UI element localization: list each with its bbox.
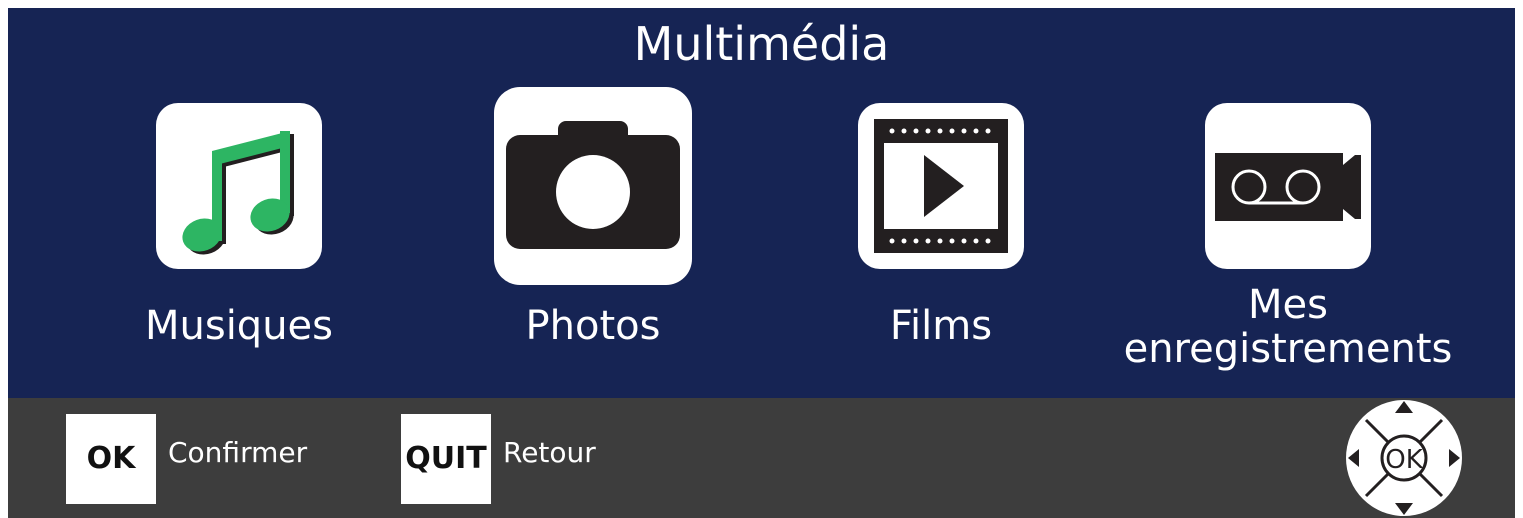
menu-item-films[interactable]	[858, 103, 1024, 269]
dpad-ok-label: OK	[1385, 445, 1423, 475]
menu-label-enregistrements: enregistrements	[1123, 326, 1453, 372]
quit-key-badge[interactable]: QUIT	[401, 414, 491, 504]
menu-label-mes-enregistrements: Mes enregistrements	[1088, 283, 1488, 371]
film-play-icon	[874, 119, 1008, 253]
ok-key-badge[interactable]: OK	[66, 414, 156, 504]
video-recording-icon	[1215, 153, 1361, 221]
menu-label-musiques: Musiques	[144, 303, 333, 349]
menu-item-mes-enregistrements[interactable]	[1205, 103, 1371, 269]
menu-label-photos: Photos	[525, 303, 661, 349]
menu-item-musiques[interactable]	[156, 103, 322, 269]
camera-icon	[506, 121, 680, 249]
menu-label-films: Films	[889, 303, 993, 349]
menu-label-mes: Mes	[1248, 282, 1328, 328]
dpad-icon[interactable]: OK	[1338, 398, 1468, 518]
multimedia-screen: Multimédia Musiques Photos Films Mes enr…	[8, 8, 1515, 518]
footer-help-bar: OK Confirmer QUIT Retour OK	[8, 398, 1515, 518]
quit-key-hint: Retour	[503, 436, 596, 469]
ok-key-hint: Confirmer	[168, 436, 308, 469]
multimedia-menu-panel: Multimédia Musiques Photos Films Mes enr…	[8, 8, 1515, 398]
music-note-icon	[182, 131, 294, 255]
menu-item-photos[interactable]	[494, 87, 692, 285]
page-title: Multimédia	[633, 17, 890, 71]
